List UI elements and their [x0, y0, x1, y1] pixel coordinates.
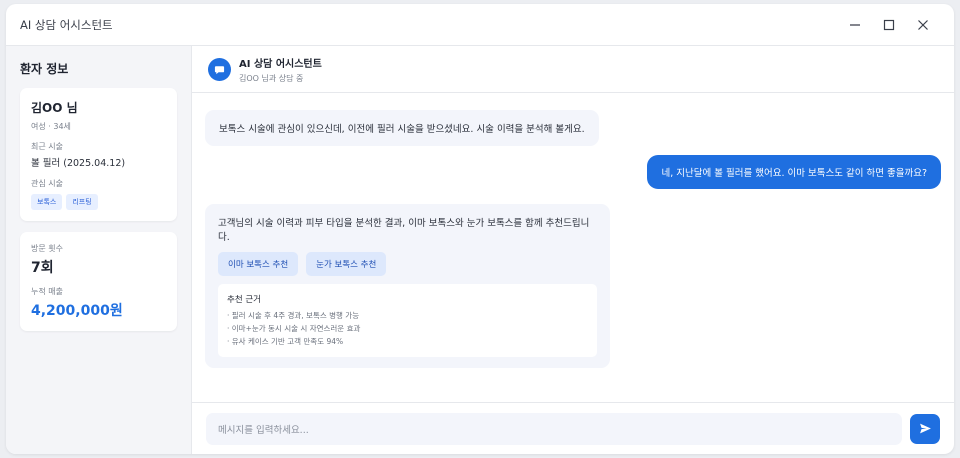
reason-title: 추천 근거	[227, 295, 261, 305]
message-input[interactable]: 메시지를 입력하세요...	[206, 412, 902, 445]
recommendation-chips: 이마 보톡스 추천 눈가 보톡스 추천	[218, 252, 597, 276]
patient-sidebar: 환자 정보 김OO 님 여성 · 34세 최근 시술 볼 필러 (2025.04…	[6, 46, 192, 454]
message-list: 보톡스 시술에 관심이 있으신데, 이전에 필러 시술을 받으셨네요. 시술 이…	[192, 93, 954, 402]
chat-panel: AI 상담 어시스턴트 김OO 님과 상담 중 보톡스 시술에 관심이 있으신데…	[192, 46, 954, 454]
ai-message-text: 고객님의 시술 이력과 피부 타입을 분석한 결과, 이마 보톡스와 눈가 보톡…	[218, 218, 590, 243]
sales-label: 누적 매출	[31, 287, 63, 296]
patient-name: 김OO 님	[31, 101, 78, 115]
app-window: AI 상담 어시스턴트 환자 정보 김OO 님 여성 · 34세 최근 시술 볼…	[6, 4, 954, 454]
chat-bubble-icon	[214, 65, 225, 74]
send-icon	[919, 423, 931, 434]
ai-message-text: 보톡스 시술에 관심이 있으신데, 이전에 필러 시술을 받으셨네요. 시술 이…	[219, 124, 585, 135]
user-message-text: 네, 지난달에 볼 필러를 했어요. 이마 보톡스도 같이 하면 좋을까요?	[661, 168, 927, 179]
ai-recommendation-message: 고객님의 시술 이력과 피부 타입을 분석한 결과, 이마 보톡스와 눈가 보톡…	[205, 204, 610, 368]
window-title: AI 상담 어시스턴트	[20, 17, 113, 32]
send-button[interactable]	[910, 413, 940, 444]
stats-card: 방문 횟수 7회 누적 매출 4,200,000원	[20, 232, 177, 331]
close-icon	[918, 19, 928, 30]
assistant-avatar	[208, 57, 231, 81]
chip-forehead-botox[interactable]: 이마 보톡스 추천	[218, 252, 299, 276]
chat-header: AI 상담 어시스턴트 김OO 님과 상담 중	[192, 46, 954, 93]
minimize-button[interactable]	[838, 10, 872, 40]
visits-label: 방문 횟수	[31, 244, 63, 253]
recent-procedure-label: 최근 시술	[31, 142, 63, 151]
sidebar-heading: 환자 정보	[20, 62, 69, 76]
sales-value: 4,200,000원	[31, 303, 123, 319]
patient-card: 김OO 님 여성 · 34세 최근 시술 볼 필러 (2025.04.12) 관…	[20, 88, 177, 221]
close-button[interactable]	[906, 10, 940, 40]
minimize-icon	[850, 23, 860, 26]
recommendation-reason-box: 추천 근거 · 필러 시술 후 4주 경과, 보톡스 병행 가능 · 이마+눈가…	[218, 284, 597, 357]
reason-line: · 이마+눈가 동시 시술 시 자연스러운 효과	[227, 324, 361, 333]
maximize-icon	[883, 19, 895, 30]
chat-subtitle: 김OO 님과 상담 중	[239, 73, 304, 83]
recent-procedure-value: 볼 필러 (2025.04.12)	[31, 158, 126, 169]
chat-title: AI 상담 어시스턴트	[239, 58, 322, 70]
interest-tag: 보톡스	[31, 194, 63, 210]
composer: 메시지를 입력하세요...	[192, 402, 954, 454]
interest-tags: 보톡스 리프팅	[31, 194, 166, 210]
visits-value: 7회	[31, 260, 54, 276]
maximize-button[interactable]	[872, 10, 906, 40]
user-message: 네, 지난달에 볼 필러를 했어요. 이마 보톡스도 같이 하면 좋을까요?	[647, 155, 941, 189]
reason-line: · 유사 케이스 기반 고객 만족도 94%	[227, 337, 344, 346]
reason-line: · 필러 시술 후 4주 경과, 보톡스 병행 가능	[227, 311, 360, 320]
message-input-placeholder: 메시지를 입력하세요...	[218, 424, 309, 436]
title-bar: AI 상담 어시스턴트	[6, 4, 954, 46]
ai-message: 보톡스 시술에 관심이 있으신데, 이전에 필러 시술을 받으셨네요. 시술 이…	[205, 110, 599, 146]
interest-tag: 리프팅	[66, 194, 98, 210]
chip-eye-botox[interactable]: 눈가 보톡스 추천	[306, 252, 387, 276]
interest-label: 관심 시술	[31, 179, 63, 188]
patient-meta: 여성 · 34세	[31, 122, 71, 131]
